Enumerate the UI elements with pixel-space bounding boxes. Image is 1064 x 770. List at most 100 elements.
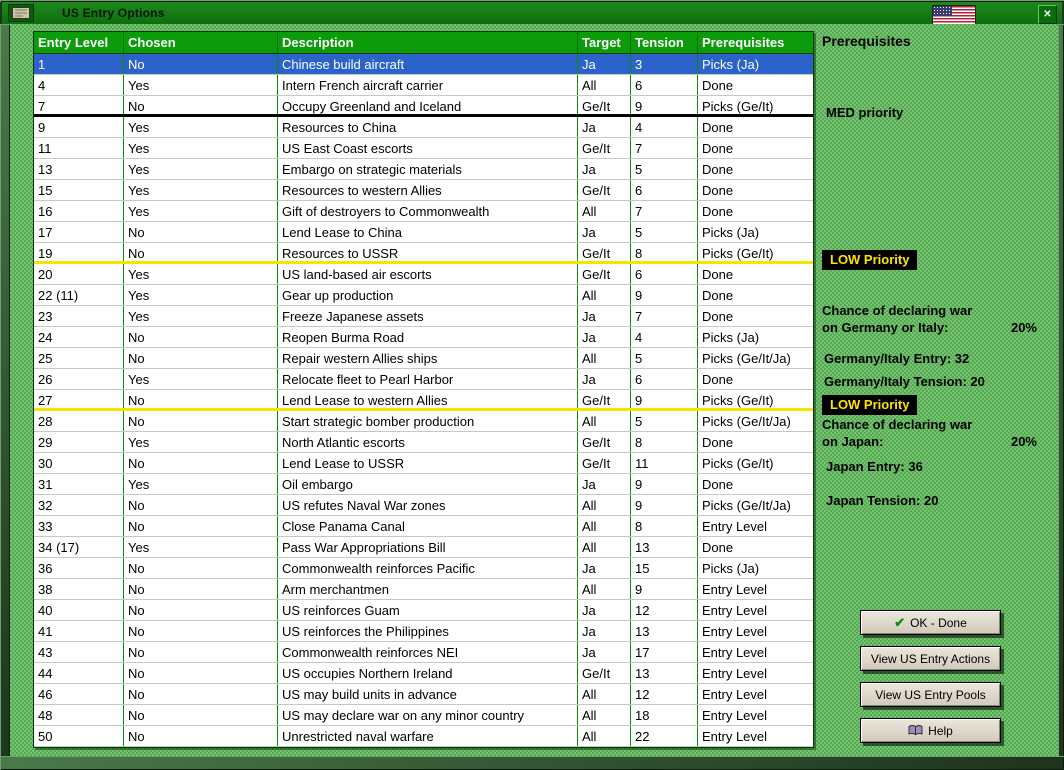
table-row[interactable]: 28 No Start strategic bomber production … — [34, 411, 813, 432]
table-row[interactable]: 13 Yes Embargo on strategic materials Ja… — [34, 159, 813, 180]
table-row[interactable]: 43 No Commonwealth reinforces NEI Ja 17 … — [34, 642, 813, 663]
table-row[interactable]: 40 No US reinforces Guam Ja 12 Entry Lev… — [34, 600, 813, 621]
cell-prerequisites: Done — [702, 267, 734, 282]
cell-tension: 9 — [631, 96, 698, 114]
table-row[interactable]: 27 No Lend Lease to western Allies Ge/It… — [34, 390, 813, 411]
table-row[interactable]: 20 Yes US land-based air escorts Ge/It 6… — [34, 264, 813, 285]
germany-chance-block: Chance of declaring war on Germany or It… — [822, 302, 1037, 336]
table-row[interactable]: 11 Yes US East Coast escorts Ge/It 7 Don… — [34, 138, 813, 159]
table-row[interactable]: 50 No Unrestricted naval warfare All 22 … — [34, 726, 813, 747]
cell-tension: 9 — [631, 495, 698, 515]
cell-prerequisites: Entry Level — [702, 519, 768, 534]
cell-entry-level: 11 — [34, 138, 124, 158]
table-body: 1 No Chinese build aircraft Ja 3 Picks (… — [34, 54, 813, 747]
cell-target: Ja — [578, 474, 631, 494]
cell-prerequisites: Done — [702, 183, 734, 198]
table-row[interactable]: 32 No US refutes Naval War zones All 9 P… — [34, 495, 813, 516]
low-priority-badge-germany: LOW Priority — [822, 250, 918, 270]
cell-prerequisites: Entry Level — [702, 708, 768, 723]
cell-tension: 6 — [631, 369, 698, 389]
cell-tension: 11 — [631, 453, 698, 473]
table-row[interactable]: 46 No US may build units in advance All … — [34, 684, 813, 705]
cell-target: All — [578, 348, 631, 368]
cell-description: Freeze Japanese assets — [278, 306, 578, 326]
table-row[interactable]: 17 No Lend Lease to China Ja 5 Picks (Ja… — [34, 222, 813, 243]
help-button[interactable]: Help — [860, 718, 1001, 743]
table-row[interactable]: 29 Yes North Atlantic escorts Ge/It 8 Do… — [34, 432, 813, 453]
cell-target: All — [578, 516, 631, 536]
table-row[interactable]: 22 (11) Yes Gear up production All 9 Don… — [34, 285, 813, 306]
cell-chosen: No — [124, 222, 278, 242]
japan-chance-block: Chance of declaring war on Japan: 20% — [822, 416, 1037, 450]
cell-tension: 5 — [631, 348, 698, 368]
cell-description: Unrestricted naval warfare — [278, 726, 578, 746]
cell-chosen: Yes — [124, 537, 278, 557]
table-row[interactable]: 24 No Reopen Burma Road Ja 4 Picks (Ja) — [34, 327, 813, 348]
cell-prerequisites: Done — [702, 141, 734, 156]
cell-prerequisites: Picks (Ja) — [702, 57, 760, 72]
cell-chosen: Yes — [124, 306, 278, 326]
cell-chosen: No — [124, 348, 278, 368]
cell-description: Arm merchantmen — [278, 579, 578, 599]
table-row[interactable]: 41 No US reinforces the Philippines Ja 1… — [34, 621, 813, 642]
table-row[interactable]: 38 No Arm merchantmen All 9 Entry Level — [34, 579, 813, 600]
cell-description: Reopen Burma Road — [278, 327, 578, 347]
view-us-entry-pools-button[interactable]: View US Entry Pools — [860, 682, 1001, 707]
table-row[interactable]: 4 Yes Intern French aircraft carrier All… — [34, 75, 813, 96]
table-row[interactable]: 31 Yes Oil embargo Ja 9 Done — [34, 474, 813, 495]
cell-chosen: No — [124, 642, 278, 662]
table-row[interactable]: 48 No US may declare war on any minor co… — [34, 705, 813, 726]
table-header: Entry Level Chosen Description Target Te… — [34, 32, 813, 54]
help-label: Help — [928, 723, 953, 738]
table-row[interactable]: 23 Yes Freeze Japanese assets Ja 7 Done — [34, 306, 813, 327]
table-row[interactable]: 25 No Repair western Allies ships All 5 … — [34, 348, 813, 369]
cell-description: Chinese build aircraft — [278, 54, 578, 74]
cell-target: All — [578, 537, 631, 557]
cell-description: US may build units in advance — [278, 684, 578, 704]
cell-target: Ge/It — [578, 96, 631, 114]
table-row[interactable]: 44 No US occupies Northern Ireland Ge/It… — [34, 663, 813, 684]
cell-entry-level: 46 — [34, 684, 124, 704]
table-row[interactable]: 16 Yes Gift of destroyers to Commonwealt… — [34, 201, 813, 222]
close-button[interactable]: ✕ — [1038, 5, 1057, 24]
ok-done-button[interactable]: ✔ OK - Done — [860, 610, 1001, 635]
cell-prerequisites: Done — [702, 204, 734, 219]
cell-chosen: Yes — [124, 264, 278, 284]
table-row[interactable]: 26 Yes Relocate fleet to Pearl Harbor Ja… — [34, 369, 813, 390]
table-row[interactable]: 9 Yes Resources to China Ja 4 Done — [34, 117, 813, 138]
cell-target: All — [578, 411, 631, 431]
window-frame-bottom — [0, 756, 1064, 770]
entry-options-table: Entry Level Chosen Description Target Te… — [33, 31, 814, 748]
table-row[interactable]: 34 (17) Yes Pass War Appropriations Bill… — [34, 537, 813, 558]
cell-entry-level: 4 — [34, 75, 124, 95]
cell-tension: 4 — [631, 117, 698, 137]
cell-chosen: No — [124, 243, 278, 261]
cell-tension: 8 — [631, 243, 698, 261]
column-header-chosen: Chosen — [124, 32, 278, 53]
cell-prerequisites: Entry Level — [702, 645, 768, 660]
table-row[interactable]: 15 Yes Resources to western Allies Ge/It… — [34, 180, 813, 201]
view-us-entry-actions-button[interactable]: View US Entry Actions — [860, 646, 1001, 671]
cell-entry-level: 50 — [34, 726, 124, 746]
table-row[interactable]: 7 No Occupy Greenland and Iceland Ge/It … — [34, 96, 813, 117]
cell-chosen: Yes — [124, 159, 278, 179]
table-row[interactable]: 33 No Close Panama Canal All 8 Entry Lev… — [34, 516, 813, 537]
cell-entry-level: 40 — [34, 600, 124, 620]
cell-chosen: No — [124, 726, 278, 746]
cell-entry-level: 34 (17) — [34, 537, 124, 557]
cell-prerequisites: Picks (Ge/It/Ja) — [702, 414, 791, 429]
table-row[interactable]: 36 No Commonwealth reinforces Pacific Ja… — [34, 558, 813, 579]
cell-chosen: No — [124, 516, 278, 536]
prerequisites-heading: Prerequisites — [822, 33, 911, 49]
cell-entry-level: 29 — [34, 432, 124, 452]
cell-description: Close Panama Canal — [278, 516, 578, 536]
table-row[interactable]: 19 No Resources to USSR Ge/It 8 Picks (G… — [34, 243, 813, 264]
view-us-entry-actions-label: View US Entry Actions — [870, 651, 991, 666]
cell-target: All — [578, 684, 631, 704]
cell-tension: 15 — [631, 558, 698, 578]
table-row[interactable]: 30 No Lend Lease to USSR Ge/It 11 Picks … — [34, 453, 813, 474]
germany-tension-value: Germany/Italy Tension: 20 — [824, 374, 985, 389]
window-icon — [8, 4, 34, 22]
table-row[interactable]: 1 No Chinese build aircraft Ja 3 Picks (… — [34, 54, 813, 75]
cell-description: US occupies Northern Ireland — [278, 663, 578, 683]
